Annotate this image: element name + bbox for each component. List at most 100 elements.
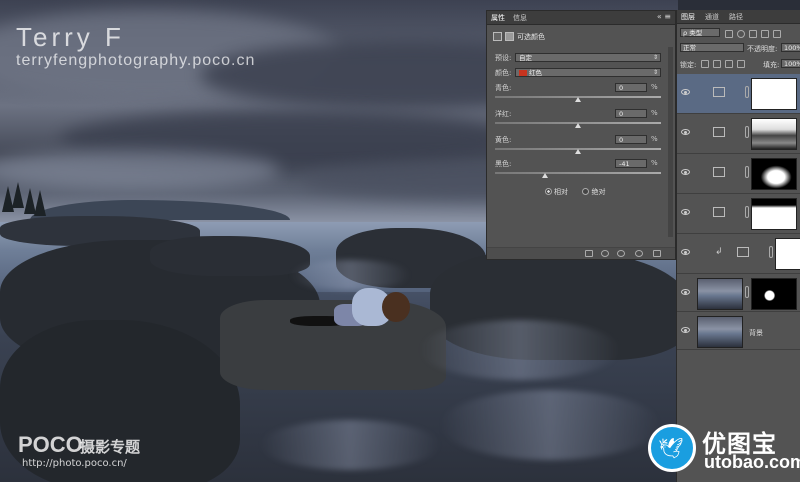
- properties-scrollbar[interactable]: [668, 47, 673, 237]
- tab-layers[interactable]: 图层: [681, 12, 695, 22]
- layer-mask-thumbnail[interactable]: [751, 78, 797, 110]
- properties-footer: [487, 247, 675, 259]
- yellow-value[interactable]: 0: [615, 135, 647, 144]
- tree: [12, 182, 24, 208]
- reset-icon[interactable]: [617, 250, 625, 257]
- colors-dropdown[interactable]: 红色 ⇕: [515, 68, 661, 77]
- water-streak: [290, 260, 410, 290]
- lock-label: 锁定:: [680, 61, 697, 69]
- lock-position-icon[interactable]: [725, 60, 733, 68]
- tab-channels[interactable]: 通道: [705, 12, 719, 22]
- clip-to-layer-icon[interactable]: [585, 250, 593, 257]
- selective-color-icon: [713, 87, 725, 97]
- eye-icon[interactable]: [681, 289, 690, 295]
- preset-dropdown[interactable]: 自定 ⇕: [515, 53, 661, 62]
- black-value[interactable]: -41: [615, 159, 647, 168]
- fill-value[interactable]: 100%: [781, 59, 800, 68]
- preset-value: 自定: [519, 54, 532, 62]
- tab-paths[interactable]: 路径: [729, 12, 743, 22]
- curves-icon: [737, 247, 749, 257]
- black-unit: %: [651, 159, 658, 167]
- layer-mask-thumbnail[interactable]: [775, 238, 800, 270]
- eye-icon[interactable]: [681, 249, 690, 255]
- layer-thumbnail[interactable]: [697, 278, 743, 310]
- cyan-value[interactable]: 0: [615, 83, 647, 92]
- black-track[interactable]: [495, 172, 661, 174]
- poco-logo: POCO: [18, 432, 83, 457]
- magenta-value[interactable]: 0: [615, 109, 647, 118]
- brightness-contrast-icon: [713, 167, 725, 177]
- layer-curves-clipped[interactable]: ↲: [677, 234, 800, 274]
- layer-levels[interactable]: [677, 114, 800, 154]
- view-previous-icon[interactable]: [601, 250, 609, 257]
- eye-icon[interactable]: [681, 209, 690, 215]
- smart-filter-icon[interactable]: [773, 30, 781, 38]
- watermark-title: Terry F: [16, 22, 125, 52]
- magenta-label: 洋红:: [495, 110, 512, 118]
- eye-icon[interactable]: [681, 327, 690, 333]
- link-icon[interactable]: [745, 286, 749, 298]
- preset-label: 预设:: [495, 54, 512, 62]
- clipping-arrow-icon: ↲: [715, 247, 723, 257]
- properties-tabbar: 属性 信息 « ≡: [487, 11, 675, 25]
- opacity-value[interactable]: 100%: [781, 43, 800, 52]
- layer-thumbnail[interactable]: [697, 316, 743, 348]
- absolute-label: 绝对: [591, 188, 606, 196]
- colors-label: 颜色:: [495, 69, 512, 77]
- cyan-unit: %: [651, 83, 658, 91]
- mask-icon[interactable]: [505, 32, 514, 41]
- layer-background[interactable]: 背景: [677, 312, 800, 350]
- adjustment-icon: [493, 32, 502, 41]
- layer-name[interactable]: 背景: [749, 328, 763, 338]
- site-logo-en: utobao.com: [704, 452, 800, 472]
- layers-panel: 图层 通道 路径 ρ 类型 正常 不透明度: 100% 锁定: 填充: 100%: [676, 10, 800, 482]
- visibility-icon[interactable]: [635, 250, 643, 257]
- rock: [150, 236, 310, 276]
- eye-icon[interactable]: [681, 169, 690, 175]
- layer-curves[interactable]: [677, 194, 800, 234]
- water-streak: [260, 420, 440, 470]
- colors-value: 红色: [529, 69, 542, 77]
- tab-info[interactable]: 信息: [513, 13, 527, 23]
- tab-properties[interactable]: 属性: [491, 13, 505, 23]
- relative-radio[interactable]: [545, 188, 552, 195]
- cyan-slider-thumb[interactable]: [575, 97, 581, 102]
- link-icon[interactable]: [769, 246, 773, 258]
- layer-mask-thumbnail[interactable]: [751, 278, 797, 310]
- yellow-slider-thumb[interactable]: [575, 149, 581, 154]
- link-icon[interactable]: [745, 166, 749, 178]
- curves-icon: [713, 207, 725, 217]
- black-slider-thumb[interactable]: [541, 173, 548, 178]
- layer-photo-masked[interactable]: [677, 274, 800, 312]
- lock-pixels-icon[interactable]: [701, 60, 709, 68]
- cyan-label: 青色:: [495, 84, 512, 92]
- link-icon[interactable]: [745, 126, 749, 138]
- layer-mask-thumbnail[interactable]: [751, 198, 797, 230]
- blend-mode-dropdown[interactable]: 正常: [680, 43, 744, 52]
- absolute-radio[interactable]: [582, 188, 590, 195]
- type-filter-icon[interactable]: [749, 30, 757, 38]
- link-icon[interactable]: [745, 86, 749, 98]
- layer-selective-color[interactable]: [677, 74, 800, 114]
- eye-icon[interactable]: [681, 129, 690, 135]
- link-icon[interactable]: [745, 206, 749, 218]
- layer-brightness[interactable]: [677, 154, 800, 194]
- eye-icon[interactable]: [681, 89, 690, 95]
- adjustment-filter-icon[interactable]: [737, 30, 745, 38]
- panel-menu-icon[interactable]: « ≡: [657, 12, 671, 21]
- magenta-slider-thumb[interactable]: [575, 123, 581, 128]
- layer-mask-thumbnail[interactable]: [751, 158, 797, 190]
- adjustment-title: 可选颜色: [517, 33, 545, 41]
- tree: [34, 190, 46, 216]
- bird-icon: 🕊: [658, 436, 684, 460]
- layer-filter-dropdown[interactable]: ρ 类型: [680, 28, 720, 37]
- opacity-label: 不透明度:: [747, 45, 778, 53]
- water-streak: [420, 320, 620, 380]
- shape-filter-icon[interactable]: [761, 30, 769, 38]
- trash-icon[interactable]: [653, 250, 661, 257]
- yellow-unit: %: [651, 135, 658, 143]
- lock-all-icon[interactable]: [737, 60, 745, 68]
- layer-mask-thumbnail[interactable]: [751, 118, 797, 150]
- lock-image-icon[interactable]: [713, 60, 721, 68]
- pixel-filter-icon[interactable]: [725, 30, 733, 38]
